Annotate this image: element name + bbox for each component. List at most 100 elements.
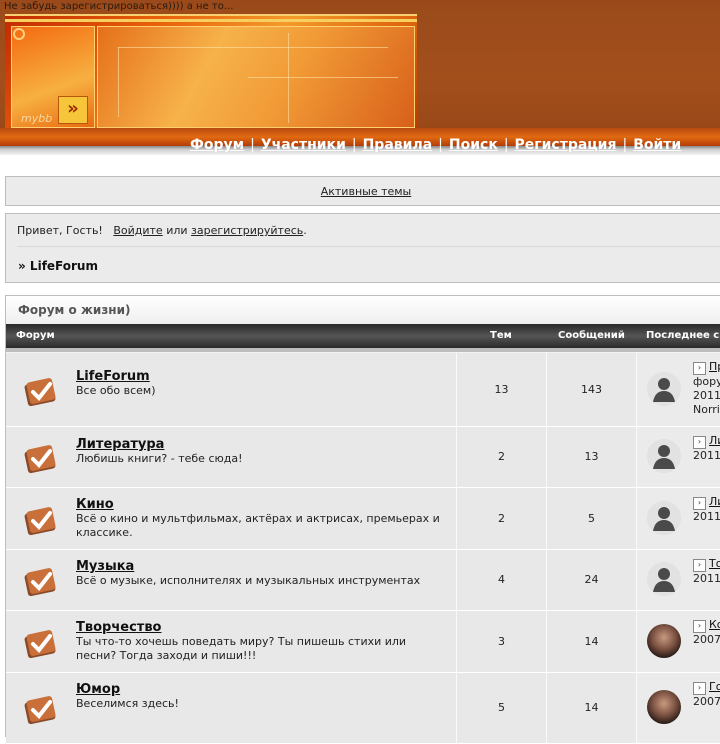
logo-arrow-icon: » — [58, 96, 88, 124]
forum-description: Всё о кино и мультфильмах, актёрах и акт… — [76, 512, 440, 539]
forum-title-link[interactable]: Музыка — [76, 559, 134, 574]
logo-text: mybb — [21, 112, 53, 125]
last-post-link[interactable]: Пр — [709, 360, 720, 373]
forum-description: Все обо всем) — [76, 384, 156, 397]
or-text: или — [166, 224, 188, 237]
forum-info-cell: Литература Любишь книги? - тебе сюда! — [70, 427, 457, 487]
logo-banner[interactable]: » mybb — [5, 14, 417, 130]
forum-category: Форум о жизни) Форум Тем Сообщений После… — [5, 295, 720, 744]
forum-info-cell: Юмор Веселимся здесь! — [70, 673, 457, 743]
last-post-link[interactable]: Ко — [709, 618, 720, 631]
forum-topics-cell: 2 — [457, 427, 547, 487]
nav-item-users[interactable]: Участники — [261, 137, 346, 153]
nav-item-search[interactable]: Поиск — [449, 137, 498, 153]
forum-row: LifeForum Все обо всем) 13 143 › Пр фору… — [6, 353, 720, 427]
go-to-post-icon[interactable]: › — [693, 436, 706, 449]
banner-decor-line — [288, 33, 289, 123]
post-count: 13 — [584, 450, 599, 463]
forum-icon-cell — [6, 611, 70, 672]
forum-title-link[interactable]: Юмор — [76, 682, 120, 697]
nav-item-forum[interactable]: Форум — [190, 137, 244, 153]
forum-title-link[interactable]: Кино — [76, 497, 114, 512]
breadcrumb[interactable]: » LifeForum — [18, 259, 98, 273]
default-avatar-icon[interactable] — [647, 501, 681, 535]
forum-icon-cell — [6, 550, 70, 610]
active-topics-box: Активные темы — [5, 176, 720, 206]
banner-decor-line — [118, 47, 119, 117]
default-avatar-icon[interactable] — [647, 439, 681, 473]
forum-info-cell: Творчество Ты что-то хочешь поведать мир… — [70, 611, 457, 672]
go-to-post-icon[interactable]: › — [693, 559, 706, 572]
forum-description: Ты что-то хочешь поведать миру? Ты пишеш… — [76, 635, 407, 662]
active-topics-link[interactable]: Активные темы — [6, 185, 720, 198]
last-post-link[interactable]: Ли — [709, 434, 720, 447]
topic-count: 3 — [498, 635, 505, 648]
forum-icon-cell — [6, 353, 70, 426]
forum-posts-cell: 143 — [547, 353, 637, 426]
forum-read-icon — [20, 499, 60, 539]
banner-main-panel — [97, 26, 415, 128]
default-avatar-icon[interactable] — [647, 562, 681, 596]
forum-row: Творчество Ты что-то хочешь поведать мир… — [6, 611, 720, 673]
go-to-post-icon[interactable]: › — [693, 620, 706, 633]
forum-icon-cell — [6, 427, 70, 487]
last-post-link[interactable]: Го — [709, 680, 720, 693]
post-count: 14 — [584, 635, 599, 648]
forum-read-icon — [20, 622, 60, 662]
last-post-link[interactable]: То — [709, 557, 720, 570]
forum-row: Юмор Веселимся здесь! 5 14 › Го 2007 — [6, 673, 720, 744]
banner-decor-line — [118, 47, 388, 48]
welcome-tail: . — [303, 224, 307, 237]
last-post-link[interactable]: Ли — [709, 495, 720, 508]
user-avatar[interactable] — [647, 690, 681, 724]
forum-posts-cell: 14 — [547, 611, 637, 672]
divider — [17, 246, 720, 247]
topic-count: 4 — [498, 573, 505, 586]
topic-count: 2 — [498, 450, 505, 463]
forum-row: Литература Любишь книги? - тебе сюда! 2 … — [6, 427, 720, 488]
post-count: 14 — [584, 701, 599, 714]
header-last-post: Последнее с — [646, 330, 720, 341]
post-count: 24 — [584, 573, 599, 586]
last-post-meta: 2007 — [693, 633, 720, 646]
forum-title-link[interactable]: Творчество — [76, 620, 161, 635]
go-to-post-icon[interactable]: › — [693, 682, 706, 695]
header-forum: Форум — [16, 330, 55, 341]
forum-last-post-cell: › То 2011 — [637, 550, 720, 610]
forum-last-post-cell: › Ко 2007 — [637, 611, 720, 672]
header-posts: Сообщений — [558, 330, 625, 341]
topic-count: 13 — [494, 383, 509, 396]
category-title[interactable]: Форум о жизни) — [6, 296, 720, 324]
announcement-text: Не забудь зарегистрироваться)))) а не то… — [4, 1, 234, 12]
forum-last-post-cell: › Ли 2011 — [637, 488, 720, 549]
user-avatar[interactable] — [647, 624, 681, 658]
go-to-post-icon[interactable]: › — [693, 362, 706, 375]
last-post-meta: 2011 — [693, 510, 720, 523]
forum-icon-cell — [6, 673, 70, 743]
register-link[interactable]: зарегистрируйтесь — [191, 224, 303, 237]
header-topics: Тем — [490, 330, 512, 341]
forum-info-cell: Кино Всё о кино и мультфильмах, актёрах … — [70, 488, 457, 549]
default-avatar-icon[interactable] — [647, 372, 681, 406]
forum-title-link[interactable]: Литература — [76, 437, 164, 452]
forum-last-post-cell: › Го 2007 — [637, 673, 720, 743]
banner-stripe — [5, 19, 417, 22]
last-post-meta: Norri — [693, 403, 720, 416]
go-to-post-icon[interactable]: › — [693, 497, 706, 510]
forum-row: Кино Всё о кино и мультфильмах, актёрах … — [6, 488, 720, 550]
forum-topics-cell: 13 — [457, 353, 547, 426]
forum-row: Музыка Всё о музыке, исполнителях и музы… — [6, 550, 720, 611]
welcome-line: Привет, Гость! Войдите или зарегистрируй… — [17, 224, 307, 237]
login-link[interactable]: Войдите — [113, 224, 162, 237]
post-count: 5 — [588, 512, 595, 525]
topic-count: 5 — [498, 701, 505, 714]
forum-read-icon — [20, 437, 60, 477]
forum-read-icon — [20, 370, 60, 410]
nav-item-register[interactable]: Регистрация — [515, 137, 617, 153]
forum-last-post-cell: › Пр фору2011Norri — [637, 353, 720, 426]
nav-item-rules[interactable]: Правила — [363, 137, 433, 153]
forum-title-link[interactable]: LifeForum — [76, 369, 150, 384]
last-post-meta: 2011 — [693, 449, 720, 462]
banner-circle-icon — [13, 28, 25, 40]
nav-item-login[interactable]: Войти — [633, 137, 681, 153]
